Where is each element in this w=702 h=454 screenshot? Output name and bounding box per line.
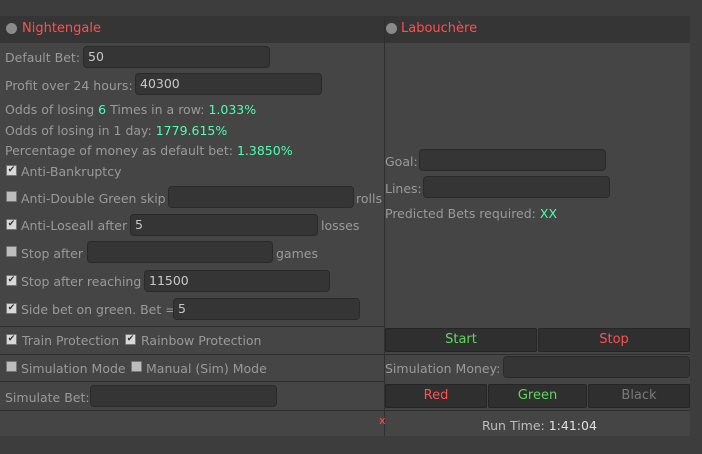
stop-button[interactable]: Stop <box>538 328 690 352</box>
left-divider-1 <box>0 326 384 327</box>
anti-double-checkbox[interactable] <box>6 191 17 202</box>
right-divider-2 <box>385 410 690 411</box>
nightengale-radio[interactable] <box>6 23 17 34</box>
default-bet-input[interactable]: 50 <box>83 46 270 68</box>
labouchere-header: Labouchère <box>385 16 690 43</box>
anti-double-label: Anti-Double Green skip <box>21 191 166 206</box>
stop-after-label: Stop after <box>21 246 83 261</box>
stop-after-input[interactable] <box>87 241 273 263</box>
simulate-bet-input[interactable] <box>90 385 277 407</box>
window-top-strip <box>0 0 702 16</box>
side-bet-label: Side bet on green. Bet = <box>21 302 176 317</box>
simulation-money-label: Simulation Money: <box>385 361 501 376</box>
anti-loseall-label: Anti-Loseall after <box>21 218 128 233</box>
anti-loseall-checkbox[interactable]: ✔ <box>6 219 17 230</box>
lines-input[interactable] <box>423 176 610 198</box>
train-protection-label: Train Protection <box>22 333 120 348</box>
manual-sim-mode-checkbox[interactable] <box>131 361 142 372</box>
start-button[interactable]: Start <box>385 328 537 352</box>
odds-day-value: 1779.615% <box>155 123 228 138</box>
predicted-line: Predicted Bets required: XX <box>385 206 557 221</box>
black-button[interactable]: Black <box>588 384 690 408</box>
anti-bankruptcy-checkbox[interactable]: ✔ <box>6 165 17 176</box>
simulate-bet-label: Simulate Bet: <box>5 390 90 405</box>
anti-loseall-input[interactable]: 5 <box>130 214 318 236</box>
pct-money-value: 1.3850% <box>236 143 293 158</box>
default-bet-label: Default Bet: <box>5 50 81 65</box>
stop-reaching-label: Stop after reaching <box>21 274 142 289</box>
odds-day-line: Odds of losing in 1 day: 1779.615% <box>5 123 227 138</box>
labouchere-radio[interactable] <box>386 23 397 34</box>
rainbow-protection-checkbox[interactable]: ✔ <box>125 334 136 345</box>
odds-row-line: Odds of losing 6 Times in a row: 1.033% <box>5 102 256 117</box>
simulation-mode-checkbox[interactable] <box>6 361 17 372</box>
rainbow-protection-label: Rainbow Protection <box>141 333 262 348</box>
odds-row-value: 1.033% <box>208 102 257 117</box>
predicted-value: XX <box>539 206 558 221</box>
stop-after-suffix: games <box>276 246 318 261</box>
manual-sim-mode-label: Manual (Sim) Mode <box>146 361 267 376</box>
goal-label: Goal: <box>385 154 418 169</box>
profit-24h-label: Profit over 24 hours: <box>5 78 133 93</box>
anti-loseall-suffix: losses <box>321 218 360 233</box>
train-protection-checkbox[interactable]: ✔ <box>6 334 17 345</box>
left-divider-2 <box>0 354 384 355</box>
stop-reaching-checkbox[interactable]: ✔ <box>6 275 17 286</box>
side-bet-input[interactable]: 5 <box>173 298 360 320</box>
run-time-line: Run Time: 1:41:04 <box>482 418 597 433</box>
simulation-mode-label: Simulation Mode <box>21 361 126 376</box>
green-button[interactable]: Green <box>488 384 587 408</box>
goal-input[interactable] <box>419 149 606 171</box>
odds-row-suffix: Times in a row: <box>110 102 205 117</box>
side-bet-checkbox[interactable]: ✔ <box>6 303 17 314</box>
predicted-label: Predicted Bets required: <box>385 206 536 221</box>
stop-reaching-input[interactable]: 11500 <box>144 270 330 292</box>
anti-double-input[interactable] <box>168 186 354 208</box>
left-divider-4 <box>0 410 384 411</box>
lines-label: Lines: <box>385 181 422 196</box>
odds-day-label: Odds of losing in 1 day: <box>5 123 152 138</box>
run-time-label: Run Time: <box>482 418 545 433</box>
nightengale-title: Nightengale <box>22 21 101 36</box>
close-mark[interactable]: x <box>379 414 386 427</box>
labouchere-title: Labouchère <box>401 21 478 36</box>
anti-double-suffix: rolls <box>356 191 382 206</box>
left-divider-3 <box>0 381 384 382</box>
pct-money-label: Percentage of money as default bet: <box>5 143 233 158</box>
odds-row-prefix: Odds of losing <box>5 102 95 117</box>
stop-after-checkbox[interactable] <box>6 246 17 257</box>
odds-row-count: 6 <box>98 102 107 117</box>
nightengale-header: Nightengale <box>0 16 384 43</box>
red-button[interactable]: Red <box>385 384 487 408</box>
profit-24h-input[interactable]: 40300 <box>135 73 322 95</box>
pct-money-line: Percentage of money as default bet: 1.38… <box>5 143 293 158</box>
simulation-money-input[interactable] <box>503 356 690 378</box>
run-time-value: 1:41:04 <box>548 418 597 433</box>
right-divider-1 <box>385 354 690 355</box>
anti-bankruptcy-label: Anti-Bankruptcy <box>21 164 122 179</box>
